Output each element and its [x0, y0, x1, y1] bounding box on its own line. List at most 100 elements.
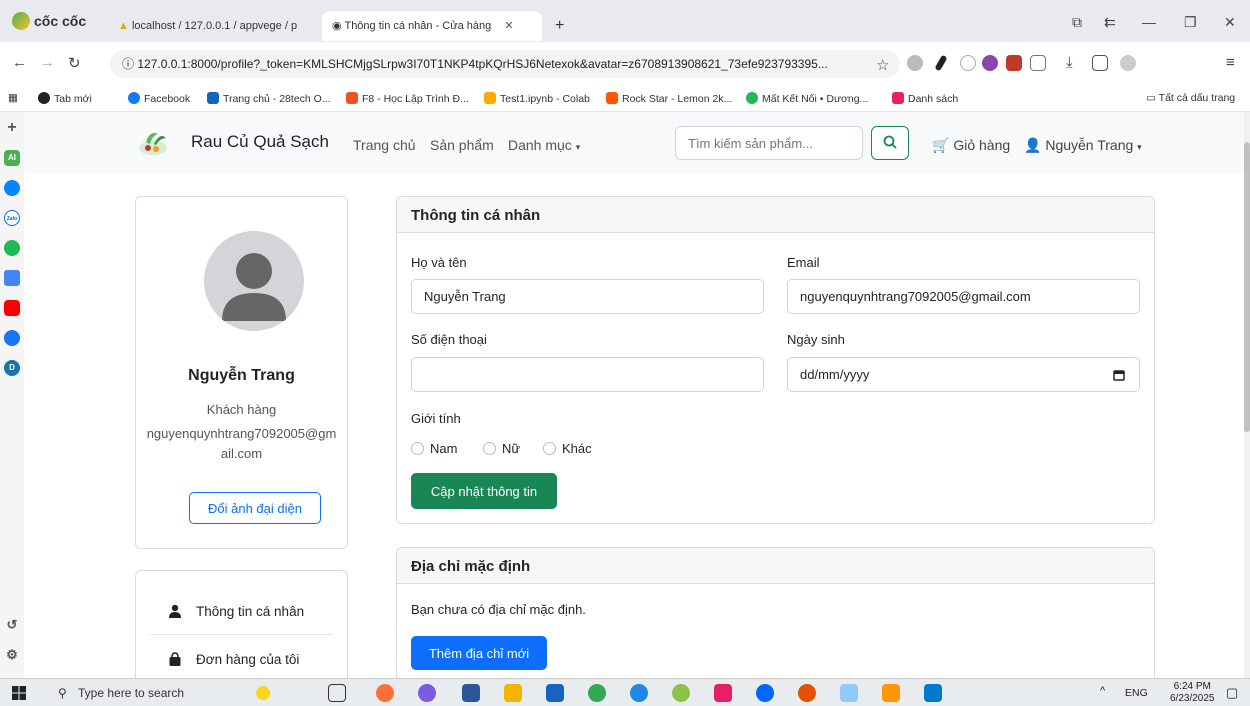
restore-icon[interactable]: ❐ — [1184, 14, 1197, 31]
close-window-icon[interactable]: ✕ — [1224, 14, 1236, 31]
xampp-icon[interactable] — [882, 684, 900, 702]
bookmark-new-tab[interactable]: Tab mới — [38, 92, 92, 105]
red-extension-icon[interactable] — [1006, 55, 1022, 71]
edge-icon[interactable] — [630, 684, 648, 702]
globe-icon — [38, 92, 50, 104]
translate-icon[interactable] — [4, 270, 20, 286]
shield-extension-icon[interactable] — [907, 55, 923, 71]
change-avatar-button[interactable]: Đổi ảnh đại diện — [189, 492, 321, 524]
ai-icon[interactable]: AI — [4, 150, 20, 166]
chevron-up-icon[interactable]: ^ — [1100, 685, 1105, 697]
close-tab-icon[interactable]: ✕ — [504, 20, 513, 32]
url-field[interactable]: ⓘ 127.0.0.1:8000/profile?_token=KMLSHCMj… — [110, 50, 900, 78]
gender-radio-other[interactable]: Khác — [543, 441, 592, 456]
nav-products[interactable]: Sản phẩm — [430, 137, 494, 153]
messenger-icon[interactable] — [4, 180, 20, 196]
gender-radio-female[interactable]: Nữ — [483, 441, 520, 456]
sidepanel-icon[interactable] — [1092, 55, 1108, 71]
windows-start-icon[interactable] — [12, 686, 26, 700]
history-icon[interactable]: ↺ — [4, 617, 20, 633]
user-icon — [169, 604, 181, 618]
search-button[interactable] — [871, 126, 909, 160]
gender-radio-male[interactable]: Nam — [411, 441, 457, 456]
web-page: Rau Củ Quả Sạch Trang chủ Sản phẩm Danh … — [24, 112, 1244, 678]
menu-icon[interactable]: ≡ — [1226, 54, 1235, 71]
page-scrollbar[interactable] — [1244, 112, 1250, 678]
site-name[interactable]: Rau Củ Quả Sạch — [191, 132, 329, 152]
taskbar-clock[interactable]: 6:24 PM 6/23/2025 — [1170, 681, 1215, 705]
add-address-button[interactable]: Thêm địa chỉ mới — [411, 636, 547, 670]
firefox-icon[interactable] — [376, 684, 394, 702]
nav-categories[interactable]: Danh mục ▾ — [508, 137, 580, 153]
word-icon[interactable] — [462, 684, 480, 702]
profile-avatar-icon[interactable] — [1120, 55, 1136, 71]
update-info-button[interactable]: Cập nhật thông tin — [411, 473, 557, 509]
calendar-icon[interactable] — [1113, 369, 1125, 381]
purple-extension-icon[interactable] — [982, 55, 998, 71]
phone-field[interactable] — [411, 357, 764, 392]
puzzle-extensions-icon[interactable] — [1030, 55, 1046, 71]
avatar — [204, 231, 304, 331]
store-icon[interactable] — [546, 684, 564, 702]
d-app-icon[interactable]: D — [4, 360, 20, 376]
taskbar-search[interactable]: ⚲ Type here to search — [50, 681, 240, 705]
app-orange-icon[interactable] — [798, 684, 816, 702]
color-app-icon[interactable] — [418, 684, 436, 702]
notification-icon[interactable]: ▢ — [1226, 685, 1238, 701]
language-indicator[interactable]: ENG — [1125, 687, 1148, 699]
apps-grid-icon[interactable]: ▦ — [8, 92, 18, 104]
nav-home[interactable]: Trang chủ — [353, 137, 416, 153]
fullname-field[interactable]: Nguyễn Trang — [411, 279, 764, 314]
game-icon[interactable] — [4, 240, 20, 256]
zalo-icon[interactable] — [756, 684, 774, 702]
zalo-icon[interactable]: Zalo — [4, 210, 20, 226]
back-icon[interactable]: ← — [12, 54, 27, 71]
settings-gear-icon[interactable]: ⚙ — [4, 647, 20, 663]
cart-icon: 🛒 — [932, 137, 950, 153]
all-bookmarks-folder[interactable]: ▭ Tất cả dấu trang — [1146, 92, 1235, 104]
bookmark-f8[interactable]: F8 - Học Lập Trình Đ... — [346, 92, 469, 105]
menu-item-profile[interactable]: Thông tin cá nhân — [150, 589, 333, 635]
bookmark-star-icon[interactable]: ☆ — [876, 56, 889, 74]
add-icon[interactable]: + — [4, 120, 20, 136]
search-input[interactable] — [675, 126, 863, 160]
vscode-icon[interactable] — [924, 684, 942, 702]
menu-item-orders[interactable]: Đơn hàng của tôi — [150, 637, 333, 678]
bookmark-28tech[interactable]: Trang chủ - 28tech O... — [207, 92, 331, 105]
bookmark-facebook[interactable]: Facebook — [128, 92, 190, 105]
user-menu[interactable]: 👤 Nguyễn Trang ▾ — [1024, 137, 1142, 154]
new-tab-button[interactable]: + — [545, 11, 574, 41]
file-explorer-icon[interactable] — [504, 684, 522, 702]
back-history-icon[interactable]: ⇇ — [1104, 14, 1116, 31]
dob-field[interactable]: dd/mm/yyyy — [787, 357, 1140, 392]
eyedropper-extension-icon[interactable] — [934, 54, 948, 72]
bookmark-colab[interactable]: Test1.ipynb - Colab — [484, 92, 590, 105]
screenshot-icon[interactable]: ⧉ — [1072, 14, 1082, 31]
browser-brand[interactable]: cốc cốc — [12, 12, 86, 30]
scrollbar-thumb[interactable] — [1244, 142, 1250, 432]
app-pink-icon[interactable] — [714, 684, 732, 702]
reload-icon[interactable]: ↻ — [68, 54, 81, 72]
minimize-icon[interactable]: — — [1142, 14, 1156, 30]
paint-icon[interactable] — [840, 684, 858, 702]
forward-icon[interactable]: → — [40, 54, 55, 71]
site-logo-icon[interactable] — [136, 128, 170, 156]
cart-link[interactable]: 🛒 Giỏ hàng — [932, 137, 1010, 154]
chrome-icon[interactable] — [588, 684, 606, 702]
youtube-icon[interactable] — [4, 300, 20, 316]
bookmark-soundcloud[interactable]: Rock Star - Lemon 2k... — [606, 92, 732, 105]
caret-down-icon: ▾ — [1137, 142, 1142, 152]
compass-extension-icon[interactable] — [960, 55, 976, 71]
facebook-icon[interactable] — [4, 330, 20, 346]
tab-profile[interactable]: ◉ Thông tin cá nhân - Cửa hàng ✕ — [322, 11, 542, 41]
email-field[interactable]: nguyenquynhtrang7092005@gmail.com — [787, 279, 1140, 314]
bookmark-spotify[interactable]: Mất Kết Nối • Dương... — [746, 92, 868, 105]
task-view-icon[interactable] — [328, 684, 346, 702]
caret-down-icon: ▾ — [575, 142, 581, 152]
download-icon[interactable]: ⤓ — [1066, 54, 1073, 71]
sparkle-icon[interactable] — [256, 686, 270, 700]
fullname-label: Họ và tên — [411, 255, 467, 270]
coccoc-icon[interactable] — [672, 684, 690, 702]
bookmark-danh-sach[interactable]: Danh sách — [892, 92, 958, 105]
tab-phpmyadmin[interactable]: ▲ localhost / 127.0.0.1 / appvege / p — [108, 11, 313, 41]
